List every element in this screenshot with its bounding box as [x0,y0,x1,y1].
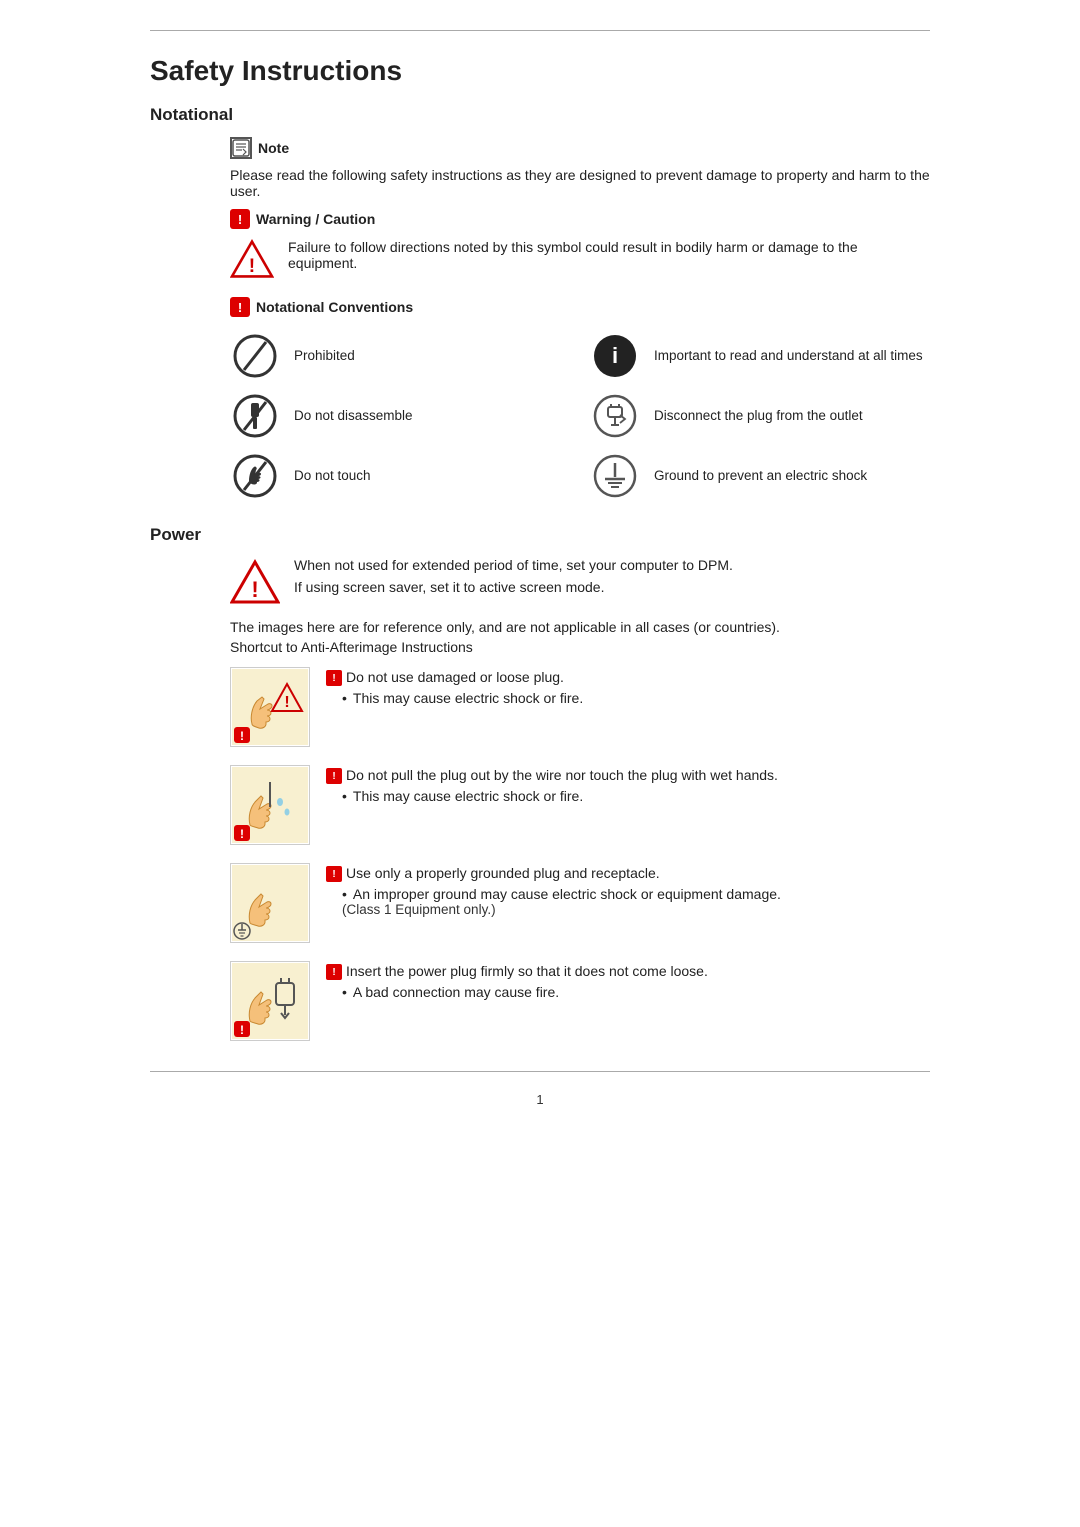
conventions-label-text: Notational Conventions [256,299,413,315]
ground-icon-wrap [590,451,640,501]
no-disassemble-label: Do not disassemble [294,407,413,426]
power-item-2-text: ! Do not pull the plug out by the wire n… [326,765,930,804]
ground-icon [592,453,638,499]
svg-text:!: ! [249,256,255,277]
important-icon: i [592,333,638,379]
power-item-4: ! ! Insert the power plug firmly so that… [230,961,930,1041]
convention-important: i Important to read and understand at al… [590,331,930,381]
note-label-row: Note [230,137,930,159]
ground-label: Ground to prevent an electric shock [654,467,867,486]
note-icon [230,137,252,159]
power-item-2-bullet: This may cause electric shock or fire. [342,788,930,804]
warning-label-row: ! Warning / Caution [230,209,930,229]
caution-icon-2: ! [326,768,342,784]
disconnect-icon-wrap [590,391,640,441]
power-note2: If using screen saver, set it to active … [294,579,733,595]
power-item-4-img: ! [230,961,310,1041]
power-item-2-title-row: ! Do not pull the plug out by the wire n… [326,767,930,784]
power-item-1-title-row: ! Do not use damaged or loose plug. [326,669,930,686]
page-number: 1 [150,1092,930,1107]
power-items-list: ! ! ! Do not use damaged or loose plug. … [230,667,930,1041]
triangle-warning-icon: ! [230,239,274,279]
prohibited-label: Prohibited [294,347,355,366]
page-container: Safety Instructions Notational Note Plea… [90,0,990,1147]
power-note4: Shortcut to Anti-Afterimage Instructions [230,639,930,655]
conventions-label-row: ! Notational Conventions [230,297,930,317]
convention-no-disassemble: Do not disassemble [230,391,570,441]
caution-icon-4: ! [326,964,342,980]
caution-icon-1: ! [326,670,342,686]
power-note3: The images here are for reference only, … [230,619,930,635]
no-disassemble-icon-wrap [230,391,280,441]
warning-caution-block: ! Failure to follow directions noted by … [230,239,930,279]
important-icon-wrap: i [590,331,640,381]
warning-caution-text: Failure to follow directions noted by th… [288,239,930,271]
power-item-3-title-row: ! Use only a properly grounded plug and … [326,865,930,882]
power-item-3-bullet: An improper ground may cause electric sh… [342,886,930,902]
convention-ground: Ground to prevent an electric shock [590,451,930,501]
svg-text:!: ! [240,729,244,743]
power-item-4-bullet: A bad connection may cause fire. [342,984,930,1000]
important-label: Important to read and understand at all … [654,347,923,366]
grounded-plug-illustration [232,865,308,941]
power-item-1-img: ! ! [230,667,310,747]
firm-plug-illustration: ! [232,963,308,1039]
power-item-1-title: Do not use damaged or loose plug. [346,669,564,685]
conventions-grid: Prohibited i Important to read and under… [230,331,930,501]
power-item-3-img [230,863,310,943]
power-warning-block: ! When not used for extended period of t… [230,557,930,605]
caution-icon-3: ! [326,866,342,882]
power-item-3-sub: (Class 1 Equipment only.) [342,902,930,917]
power-item-1-text: ! Do not use damaged or loose plug. This… [326,667,930,706]
prohibited-icon [232,333,278,379]
notational-section-title: Notational [150,105,930,125]
bottom-rule [150,1071,930,1072]
no-disassemble-icon [232,393,278,439]
convention-disconnect: Disconnect the plug from the outlet [590,391,930,441]
power-item-3-title: Use only a properly grounded plug and re… [346,865,660,881]
convention-prohibited: Prohibited [230,331,570,381]
damaged-plug-illustration: ! ! [232,669,308,745]
power-item-4-title: Insert the power plug firmly so that it … [346,963,708,979]
power-item-3: ! Use only a properly grounded plug and … [230,863,930,943]
no-touch-icon [232,453,278,499]
no-touch-icon-wrap [230,451,280,501]
power-item-2-title: Do not pull the plug out by the wire nor… [346,767,778,783]
power-item-1: ! ! ! Do not use damaged or loose plug. … [230,667,930,747]
note-description: Please read the following safety instruc… [230,167,930,199]
disconnect-label: Disconnect the plug from the outlet [654,407,863,426]
svg-text:i: i [612,343,618,368]
warning-icon: ! [230,209,250,229]
warning-label-text: Warning / Caution [256,211,375,227]
disconnect-icon [592,393,638,439]
power-item-2: ! ! Do not pull the plug out by the wire… [230,765,930,845]
power-item-1-bullet: This may cause electric shock or fire. [342,690,930,706]
prohibited-icon-wrap [230,331,280,381]
svg-text:!: ! [284,694,289,711]
svg-text:!: ! [240,1023,244,1037]
power-section-title: Power [150,525,930,545]
note-label-text: Note [258,140,289,156]
power-note1: When not used for extended period of tim… [294,557,733,573]
power-item-4-text: ! Insert the power plug firmly so that i… [326,961,930,1000]
convention-no-touch: Do not touch [230,451,570,501]
wet-hands-illustration: ! [232,767,308,843]
no-touch-label: Do not touch [294,467,371,486]
svg-text:!: ! [251,577,258,602]
power-item-2-img: ! [230,765,310,845]
power-item-4-title-row: ! Insert the power plug firmly so that i… [326,963,930,980]
power-triangle-icon: ! [230,559,280,605]
power-item-3-text: ! Use only a properly grounded plug and … [326,863,930,917]
power-reference-notes: The images here are for reference only, … [230,619,930,655]
top-rule [150,30,930,31]
page-title: Safety Instructions [150,55,930,87]
conventions-icon: ! [230,297,250,317]
svg-text:!: ! [240,827,244,841]
power-text-block: When not used for extended period of tim… [294,557,733,601]
